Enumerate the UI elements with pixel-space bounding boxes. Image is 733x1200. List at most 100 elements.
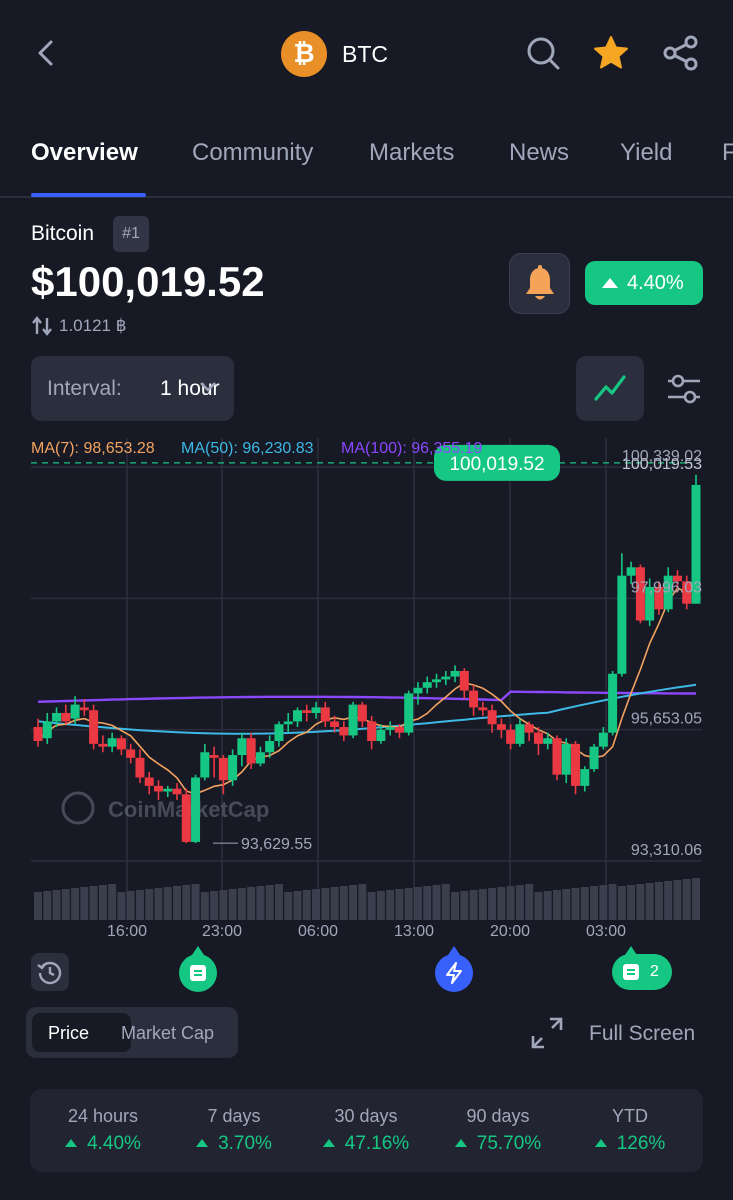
note-marker[interactable] xyxy=(179,946,217,992)
swap-arrows-icon xyxy=(32,316,52,336)
toggle-market-cap[interactable]: Market Cap xyxy=(121,1023,214,1044)
tab-yield[interactable]: Yield xyxy=(620,139,672,167)
sliders-settings-icon[interactable] xyxy=(664,370,704,410)
tab-partial[interactable]: F xyxy=(722,139,733,167)
perf-7d: 7 days 3.70% xyxy=(167,1106,301,1155)
tab-community[interactable]: Community xyxy=(192,139,313,167)
tab-news[interactable]: News xyxy=(509,139,569,167)
price-change-badge: 4.40% xyxy=(585,261,703,305)
notes-marker-group[interactable]: 2 xyxy=(612,946,672,990)
candle-up xyxy=(237,738,247,756)
rank-badge: #1 xyxy=(113,216,149,252)
triangle-up-icon xyxy=(322,1139,335,1147)
coin-symbol: BTC xyxy=(342,41,388,67)
price-alert-button[interactable] xyxy=(509,253,570,314)
y-tick-label: 93,310.06 xyxy=(631,842,702,859)
volume-bar xyxy=(200,892,209,920)
perf-24h: 24 hours 4.40% xyxy=(36,1106,170,1155)
candle-up xyxy=(580,769,590,786)
candle-down xyxy=(496,724,506,730)
event-marker[interactable] xyxy=(435,946,473,992)
volume-bar xyxy=(173,886,182,920)
price-chart[interactable]: CoinMarketCap100,019.52100,019.53100,339… xyxy=(0,430,733,950)
tab-bar: Overview Community Markets News Yield F xyxy=(0,130,733,198)
share-icon[interactable] xyxy=(662,34,700,72)
candle-down xyxy=(469,690,479,708)
volume-bar xyxy=(265,885,274,920)
bitcoin-logo-icon: ₿ xyxy=(281,31,327,77)
candle-down xyxy=(506,729,516,744)
perf-ytd: YTD 126% xyxy=(563,1106,697,1155)
note-icon xyxy=(623,964,639,980)
candle-up xyxy=(404,693,414,733)
low-marker-label: 93,629.55 xyxy=(241,836,312,853)
candle-up xyxy=(228,755,238,781)
perf-30d: 30 days 47.16% xyxy=(299,1106,433,1155)
candle-up xyxy=(543,738,553,744)
candle-down xyxy=(33,727,43,742)
volume-bar xyxy=(321,888,330,920)
volume-bar xyxy=(210,891,219,920)
x-tick-label: 16:00 xyxy=(107,923,147,940)
candle-down xyxy=(533,732,543,744)
x-tick-label: 23:00 xyxy=(202,923,242,940)
volume-bar xyxy=(145,889,154,920)
history-icon xyxy=(37,961,62,985)
triangle-up-icon xyxy=(454,1139,467,1147)
volume-bar xyxy=(692,878,700,920)
candle-down xyxy=(218,757,228,781)
volume-bar xyxy=(488,888,497,920)
volume-bar xyxy=(515,885,524,920)
interval-dropdown[interactable]: Interval: 1 hour xyxy=(31,356,234,421)
volume-bar xyxy=(126,891,135,920)
candle-up xyxy=(413,687,423,694)
fullscreen-icon[interactable] xyxy=(530,1016,564,1050)
star-icon[interactable] xyxy=(592,34,630,72)
ma100-line xyxy=(37,690,696,703)
volume-bar xyxy=(135,890,144,920)
volume-bar xyxy=(43,891,52,920)
candle-up xyxy=(561,743,571,775)
tab-markets[interactable]: Markets xyxy=(369,139,454,167)
volume-bar xyxy=(237,888,246,920)
chart-type-button[interactable] xyxy=(576,356,644,421)
volume-bar xyxy=(302,890,311,920)
candle-down xyxy=(394,727,404,733)
toggle-price[interactable]: Price xyxy=(48,1023,89,1044)
candle-down xyxy=(246,738,256,764)
volume-bar xyxy=(284,892,293,920)
volume-bar xyxy=(349,885,358,920)
search-icon[interactable] xyxy=(524,34,562,72)
volume-bar xyxy=(312,889,321,920)
candle-down xyxy=(330,721,340,728)
volume-bar xyxy=(256,886,265,920)
volume-bar xyxy=(534,892,543,920)
volume-bar xyxy=(89,886,98,920)
notes-count: 2 xyxy=(650,963,659,980)
volume-bar xyxy=(608,884,617,920)
bell-icon xyxy=(526,265,554,300)
candle-up xyxy=(292,710,302,722)
volume-bar xyxy=(117,892,126,920)
volume-bar xyxy=(543,891,552,920)
volume-bar xyxy=(98,885,107,920)
candle-up xyxy=(589,746,599,770)
volume-bar xyxy=(645,883,654,920)
candle-up xyxy=(311,707,321,714)
tab-overview[interactable]: Overview xyxy=(31,139,138,167)
interval-label: Interval: xyxy=(47,377,122,400)
volume-bar xyxy=(617,886,626,920)
ma100-label: MA(100): 96,355.19 xyxy=(341,440,483,457)
volume-bar xyxy=(339,886,348,920)
x-tick-label: 03:00 xyxy=(586,923,626,940)
candle-down xyxy=(524,724,534,733)
price-marketcap-toggle: Price Market Cap xyxy=(26,1007,238,1058)
volume-bar xyxy=(34,892,42,920)
triangle-up-icon xyxy=(196,1139,209,1147)
volume-bar xyxy=(191,884,200,920)
history-button[interactable] xyxy=(31,953,69,991)
full-screen-button[interactable]: Full Screen xyxy=(589,1022,695,1046)
candle-up xyxy=(617,575,627,674)
volume-bar xyxy=(61,889,70,920)
back-arrow-icon[interactable] xyxy=(30,36,62,70)
